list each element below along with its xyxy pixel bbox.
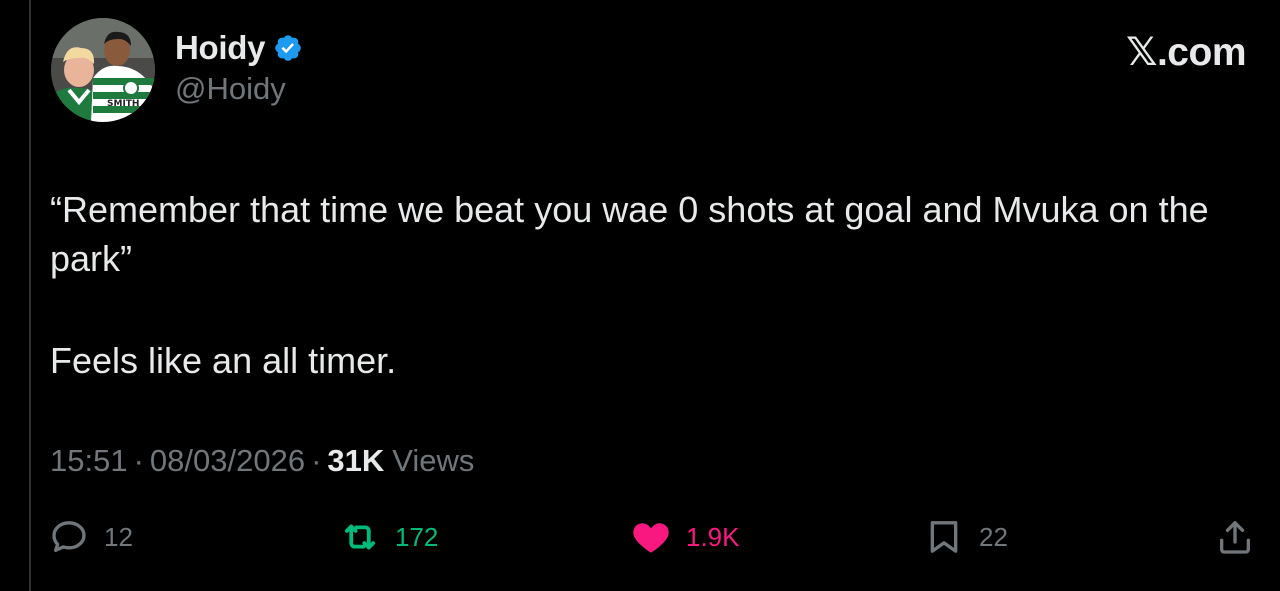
retweet-count: 172 [395,521,439,552]
avatar[interactable]: SMITH [51,18,155,122]
like-count: 1.9K [686,521,740,552]
brand-suffix: .com [1156,31,1247,74]
post-time[interactable]: 15:51 [50,443,128,479]
tweet-screenshot: SMITH Hoidy @Hoidy 𝕏.com “Remember that … [0,0,1280,591]
reply-icon [48,516,90,558]
reply-button[interactable]: 12 [48,516,133,558]
bookmark-icon [923,516,965,558]
tweet-text: “Remember that time we beat you wae 0 sh… [50,185,1240,385]
thread-divider [29,0,31,591]
author-handle[interactable]: @Hoidy [175,71,286,107]
x-logo-icon: 𝕏 [1126,30,1157,75]
profile-photo-icon: SMITH [51,18,155,122]
views-count[interactable]: 31K [327,443,384,479]
share-icon [1214,516,1256,558]
author-name-row: Hoidy [175,28,303,68]
avatar-shirt-text: SMITH [107,99,139,109]
bookmark-button[interactable]: 22 [923,516,1008,558]
retweet-button[interactable]: 172 [339,516,438,558]
views-label[interactable]: Views [392,443,474,479]
heart-icon [630,516,672,558]
brand-wordmark: 𝕏.com [1126,30,1246,75]
bookmark-count: 22 [979,521,1008,552]
meta-separator: · [311,443,322,478]
like-button[interactable]: 1.9K [630,516,740,558]
tweet-paragraph: “Remember that time we beat you wae 0 sh… [50,189,1209,279]
reply-count: 12 [104,521,133,552]
meta-separator: · [133,443,144,478]
post-date[interactable]: 08/03/2026 [150,443,305,479]
share-button[interactable] [1214,516,1256,558]
display-name[interactable]: Hoidy [175,29,265,67]
tweet-paragraph: Feels like an all timer. [50,340,397,381]
retweet-icon [339,516,381,558]
verified-badge-icon [273,33,303,63]
tweet-meta: 15:51 · 08/03/2026 · 31K Views [50,442,474,480]
